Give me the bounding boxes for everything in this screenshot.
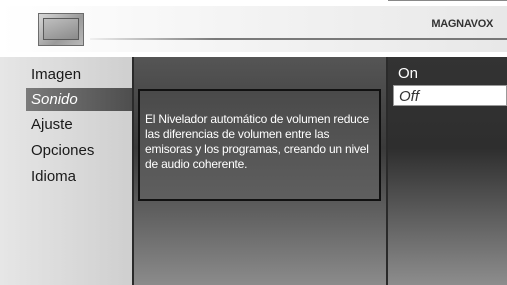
menu-item-sonido[interactable]: Sonido [26,88,132,111]
info-box: El Nivelador automático de volumen reduc… [138,89,381,201]
top-border [0,0,507,5]
options-panel: On Off [388,57,507,285]
menu-item-ajuste[interactable]: Ajuste [0,113,132,136]
menu-item-imagen[interactable]: Imagen [0,63,132,86]
brand-logo: MAGNAVOX [431,18,493,30]
header-divider [90,38,507,40]
info-text: El Nivelador automático de volumen reduc… [145,112,369,171]
tv-icon [38,13,84,46]
tv-screen-graphic [43,18,79,40]
top-border-segment [388,0,507,1]
menu-item-idioma[interactable]: Idioma [0,165,132,188]
menu-item-opciones[interactable]: Opciones [0,139,132,162]
option-on[interactable]: On [393,63,507,84]
main-menu: Imagen Sonido Ajuste Opciones Idioma [0,57,132,285]
option-off[interactable]: Off [393,85,507,106]
header-bar: MAGNAVOX [0,6,507,52]
